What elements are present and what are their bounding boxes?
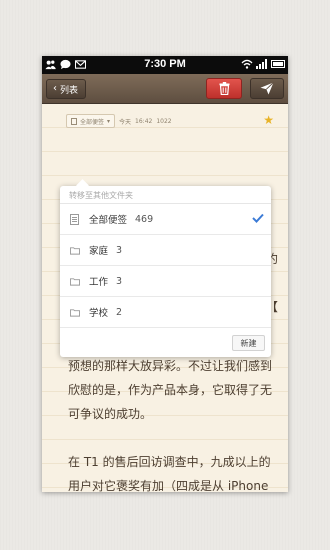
delete-button[interactable]: [206, 78, 242, 99]
top-toolbar: ‹ 列表: [42, 74, 288, 104]
folder-name: 家庭: [89, 246, 109, 257]
trash-icon: [219, 82, 229, 95]
folder-icon: [70, 245, 80, 255]
move-folder-popover: 转移至其他文件夹 全部便签 469 家庭 3 工作 3 学校 2 新建: [60, 186, 271, 357]
note-paragraph: 预想的那样大放异彩。不过让我们感到欣慰的是，作为产品本身，它取得了无可争议的成功…: [68, 359, 273, 421]
folder-selector-label: 全部便签: [80, 118, 105, 126]
note-word-count: 1022: [156, 117, 172, 125]
folder-item-work[interactable]: 工作 3: [60, 266, 271, 297]
folder-selector[interactable]: 全部便签 ▾: [66, 114, 116, 128]
folder-item-all-notes[interactable]: 全部便签 469: [60, 204, 271, 235]
folder-count: 3: [116, 244, 123, 256]
note-editor[interactable]: 全部便签 ▾ 今天 16:42 1022 ★ 约 【 预想的那样大放异彩。不过让…: [42, 104, 288, 492]
star-icon[interactable]: ★: [263, 113, 274, 127]
note-paragraph: 在 T1 的售后回访调查中，九成以上的用户对它褒奖有加（四成是从 iPhone …: [68, 455, 271, 492]
folder-count: 469: [135, 213, 154, 225]
send-icon: [260, 82, 274, 95]
send-button[interactable]: [250, 78, 284, 99]
note-date: 今天: [119, 118, 132, 126]
folder-list: 全部便签 469 家庭 3 工作 3 学校 2: [60, 203, 271, 328]
note-meta: 全部便签 ▾ 今天 16:42 1022: [66, 114, 172, 128]
popover-title: 转移至其他文件夹: [69, 191, 133, 200]
notes-icon: [71, 117, 77, 125]
wifi-icon: [241, 59, 253, 69]
checkmark-icon: [252, 213, 264, 223]
chevron-left-icon: ‹: [53, 83, 57, 94]
signal-icon: [256, 59, 267, 69]
folder-count: 3: [116, 275, 123, 287]
folder-item-school[interactable]: 学校 2: [60, 297, 271, 328]
folder-item-family[interactable]: 家庭 3: [60, 235, 271, 266]
battery-icon: [271, 60, 285, 68]
note-time: 16:42: [135, 117, 153, 125]
note-body: 预想的那样大放异彩。不过让我们感到欣慰的是，作为产品本身，它取得了无可争议的成功…: [68, 354, 278, 492]
back-button-label: 列表: [60, 85, 79, 96]
folder-name: 工作: [89, 277, 109, 288]
folder-name: 全部便签: [89, 215, 128, 226]
new-folder-button[interactable]: 新建: [232, 335, 265, 351]
status-bar: 7:30 PM: [42, 56, 288, 74]
folder-name: 学校: [89, 308, 109, 319]
notes-icon: [70, 213, 80, 225]
folder-icon: [70, 307, 80, 317]
back-button[interactable]: ‹ 列表: [46, 79, 87, 99]
caret-down-icon: ▾: [107, 117, 111, 125]
phone-screen: 7:30 PM ‹ 列表 全部便签 ▾ 今天 16:42 1022 ★ 约 【 …: [42, 56, 288, 492]
folder-count: 2: [116, 306, 123, 318]
folder-icon: [70, 276, 80, 286]
